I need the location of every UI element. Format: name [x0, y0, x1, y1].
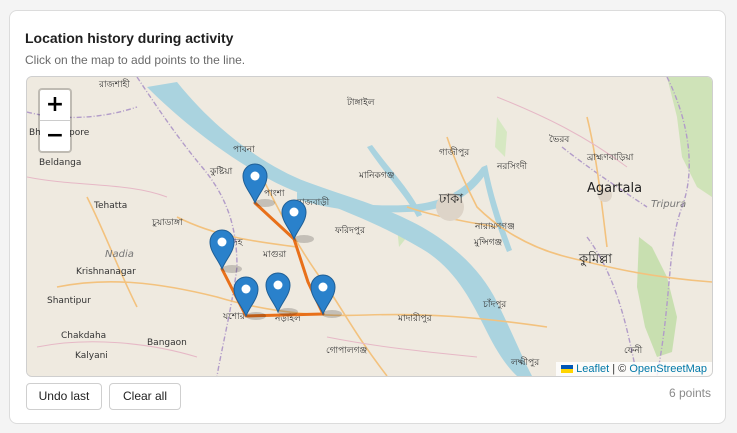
- map-label-gopalganj: গোপালগঞ্জ: [326, 346, 367, 356]
- map-label-bangaon: Bangaon: [147, 338, 187, 348]
- map-label-tehatta: Tehatta: [93, 201, 127, 211]
- map-label-chakdaha: Chakdaha: [61, 331, 106, 341]
- points-count: 6 points: [668, 386, 711, 400]
- map-label-cumilla: কুমিল্লা: [578, 251, 612, 267]
- ukraine-flag-icon: [561, 365, 574, 374]
- map-label-pore: pore: [69, 128, 90, 138]
- location-history-card: Location history during activity Click o…: [9, 10, 726, 424]
- map-label-agartala: Agartala: [587, 181, 642, 196]
- map-label-kushtia: কুষ্টিয়া: [209, 166, 233, 177]
- map-label-krishnanagar: Krishnanagar: [76, 267, 136, 277]
- zoom-out-button[interactable]: −: [40, 121, 70, 151]
- map-label-feni: ফেনী: [624, 344, 643, 356]
- map-label-madaripur: মাদারীপুর: [397, 312, 433, 324]
- map-label-chuadanga: চুয়াডাঙ্গা: [151, 218, 183, 228]
- map-label-munshiganj: মুন্সিগঞ্জ: [473, 237, 502, 248]
- map-attribution: Leaflet | © OpenStreetMap: [556, 362, 712, 376]
- map-label-gazipur: গাজীপুর: [439, 146, 470, 158]
- map-label-magura: মাগুরা: [262, 250, 287, 260]
- undo-last-button[interactable]: Undo last: [26, 383, 102, 410]
- map-label-dhaka: ঢাকা: [438, 192, 463, 207]
- map-label-manikganj: মানিকগঞ্জ: [358, 170, 394, 181]
- map-label-pangsha: পাংশা: [264, 189, 285, 199]
- zoom-in-button[interactable]: +: [40, 90, 70, 121]
- map-label-faridpur: ফরিদপুর: [334, 225, 366, 236]
- map-label-kalyani: Kalyani: [75, 351, 108, 361]
- map-label-brahmanbaria: ব্রাহ্মণবাড়িয়া: [586, 152, 634, 163]
- map-label-narsingdi: নরসিংদী: [496, 160, 527, 172]
- card-title: Location history during activity: [25, 30, 234, 46]
- leaflet-link[interactable]: Leaflet: [576, 363, 609, 375]
- map-label-tangail: টাঙ্গাইল: [346, 96, 375, 108]
- clear-all-button[interactable]: Clear all: [109, 383, 181, 410]
- map-label-rajshahi: রাজশাহী: [98, 78, 130, 90]
- map-label-nadia: Nadia: [105, 249, 134, 260]
- map-label-bhairab: ভৈরব: [549, 134, 570, 145]
- attribution-separator: | ©: [609, 363, 630, 375]
- map-label-pabna: পাবনা: [233, 145, 255, 155]
- map-label-jashore: যশোর: [222, 312, 246, 322]
- map-label-shantipur: Shantipur: [47, 296, 91, 306]
- map-label-narayanganj: নারায়ণগঞ্জ: [474, 222, 515, 232]
- map-label-chandpur: চাঁদপুর: [482, 298, 507, 310]
- map-label-tripura: Tripura: [651, 199, 686, 210]
- map-container[interactable]: রাজশাহী টাঙ্গাইল Bhalu pore পাবনা গাজীপু…: [26, 76, 713, 377]
- map-tiles[interactable]: রাজশাহী টাঙ্গাইল Bhalu pore পাবনা গাজীপু…: [27, 77, 712, 376]
- map-label-beldanga: Beldanga: [39, 158, 81, 168]
- card-subtitle: Click on the map to add points to the li…: [25, 53, 246, 67]
- openstreetmap-link[interactable]: OpenStreetMap: [629, 363, 707, 375]
- zoom-control: + −: [38, 88, 72, 153]
- map-label-lakshmipur: লক্ষ্মীপুর: [510, 356, 540, 368]
